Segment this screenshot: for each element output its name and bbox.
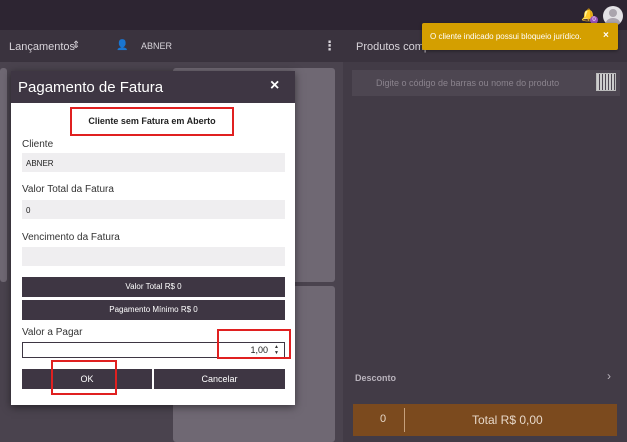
cancel-button[interactable]: Cancelar <box>154 369 285 389</box>
cliente-field[interactable] <box>22 153 285 172</box>
modal-title: Pagamento de Fatura <box>18 79 164 96</box>
cart-panel <box>343 62 627 442</box>
barcode-placeholder: Digite o código de barras ou nome do pro… <box>376 78 560 88</box>
desconto-label[interactable]: Desconto <box>355 373 396 383</box>
modal-header: Pagamento de Fatura × <box>11 71 295 103</box>
total-value: Total R$ 0,00 <box>472 413 543 427</box>
toast-message: O cliente indicado possui bloqueio juríd… <box>430 32 582 41</box>
barcode-icon[interactable] <box>596 73 616 91</box>
value-highlight <box>217 329 291 359</box>
valor-total-value: 0 <box>26 206 31 215</box>
produtos-label: Produtos comp <box>356 41 430 53</box>
no-invoice-notice: Cliente sem Fatura em Aberto <box>88 116 216 126</box>
user-icon: 👤 <box>116 40 129 51</box>
vencimento-label: Vencimento da Fatura <box>22 232 120 243</box>
valor-total-button[interactable]: Valor Total R$ 0 <box>22 277 285 297</box>
sort-icon[interactable]: ⇕ <box>72 40 80 51</box>
valor-total-field[interactable] <box>22 200 285 219</box>
ok-highlight <box>51 360 117 395</box>
kebab-menu-icon[interactable]: ⋮ <box>323 38 336 54</box>
valor-total-label: Valor Total da Fatura <box>22 184 114 195</box>
valor-pagar-label: Valor a Pagar <box>22 327 83 338</box>
product-card[interactable] <box>0 68 7 282</box>
lancamentos-label[interactable]: Lançamentos <box>9 41 75 53</box>
divider <box>404 408 405 432</box>
warning-toast: O cliente indicado possui bloqueio juríd… <box>422 23 618 50</box>
pagamento-minimo-button[interactable]: Pagamento Mínimo R$ 0 <box>22 300 285 320</box>
toast-close-icon[interactable]: × <box>603 30 609 41</box>
user-name: ABNER <box>141 41 173 51</box>
total-count: 0 <box>380 413 387 425</box>
cliente-label: Cliente <box>22 139 54 150</box>
chevron-right-icon[interactable]: › <box>607 369 611 383</box>
vencimento-field[interactable] <box>22 247 285 266</box>
cliente-value: ABNER <box>26 159 54 168</box>
close-icon[interactable]: × <box>270 77 279 95</box>
payment-modal: Pagamento de Fatura × Cliente sem Fatura… <box>11 71 295 405</box>
